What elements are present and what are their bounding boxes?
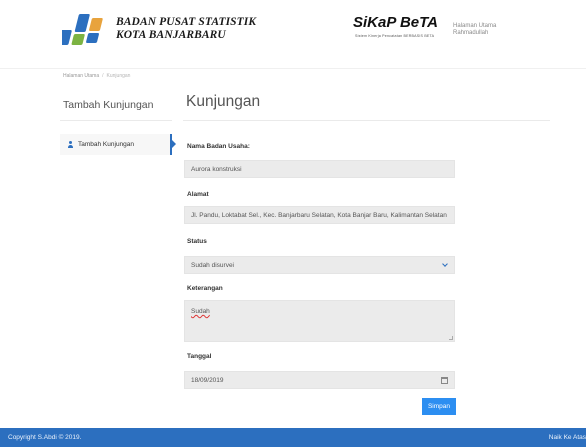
- footer: Copyright S.Abdi © 2019. Naik Ke Atas: [0, 428, 586, 447]
- sidebar-item-tambah-kunjungan[interactable]: Tambah Kunjungan: [60, 134, 172, 155]
- page-title: Kunjungan: [186, 93, 261, 110]
- resize-handle-icon[interactable]: [449, 336, 453, 340]
- bps-logo[interactable]: [62, 10, 110, 50]
- active-indicator-arrow: [172, 140, 176, 148]
- chevron-down-icon: [442, 261, 448, 267]
- user-icon: [67, 141, 74, 148]
- breadcrumb: Halaman Utama / Kunjungan: [0, 68, 586, 79]
- breadcrumb-current: Kunjungan: [106, 73, 131, 79]
- app-name[interactable]: SiKaP BeTA: [353, 14, 438, 31]
- app-tagline: Sistem Kinerja Pencatatan BERBASIS BETA: [355, 34, 435, 38]
- back-to-top-link[interactable]: Naik Ke Atas: [549, 434, 586, 441]
- calendar-icon[interactable]: [441, 377, 448, 384]
- alamat-field[interactable]: Jl. Pandu, Loktabat Sel., Kec. Banjarbar…: [184, 206, 455, 224]
- status-select[interactable]: Sudah disurvei: [184, 256, 455, 274]
- tanggal-label: Tanggal: [187, 353, 212, 360]
- nama-badan-usaha-field[interactable]: Aurora konstruksi: [184, 160, 455, 178]
- status-selected-value: Sudah disurvei: [191, 261, 234, 269]
- title-divider: [183, 120, 550, 121]
- breadcrumb-home[interactable]: Halaman Utama: [63, 73, 99, 79]
- user-menu[interactable]: Halaman Utama Rahmadullah: [453, 23, 496, 37]
- keterangan-textarea[interactable]: Sudah: [184, 300, 455, 342]
- org-name-line2: KOTA BANJARBARU: [116, 29, 226, 41]
- org-name-line1: BADAN PUSAT STATISTIK: [116, 16, 257, 28]
- tanggal-value: 18/09/2019: [191, 376, 224, 384]
- breadcrumb-separator: /: [102, 73, 104, 79]
- user-name[interactable]: Rahmadullah: [453, 30, 496, 37]
- org-name: BADAN PUSAT STATISTIK KOTA BANJARBARU: [116, 16, 256, 42]
- nav-home-link[interactable]: Halaman Utama: [453, 23, 496, 30]
- simpan-button[interactable]: Simpan: [422, 398, 456, 415]
- nama-label: Nama Badan Usaha:: [187, 143, 250, 150]
- sidebar-title: Tambah Kunjungan: [63, 99, 154, 111]
- keterangan-text: Sudah: [191, 308, 210, 315]
- status-label: Status: [187, 238, 207, 245]
- tanggal-date-field[interactable]: 18/09/2019: [184, 371, 455, 389]
- header: BADAN PUSAT STATISTIK KOTA BANJARBARU Si…: [0, 0, 586, 62]
- alamat-label: Alamat: [187, 191, 209, 198]
- footer-copyright: Copyright S.Abdi © 2019.: [8, 434, 82, 441]
- sidebar-divider: [60, 120, 172, 121]
- sidebar-item-label: Tambah Kunjungan: [78, 141, 135, 148]
- keterangan-label: Keterangan: [187, 285, 223, 292]
